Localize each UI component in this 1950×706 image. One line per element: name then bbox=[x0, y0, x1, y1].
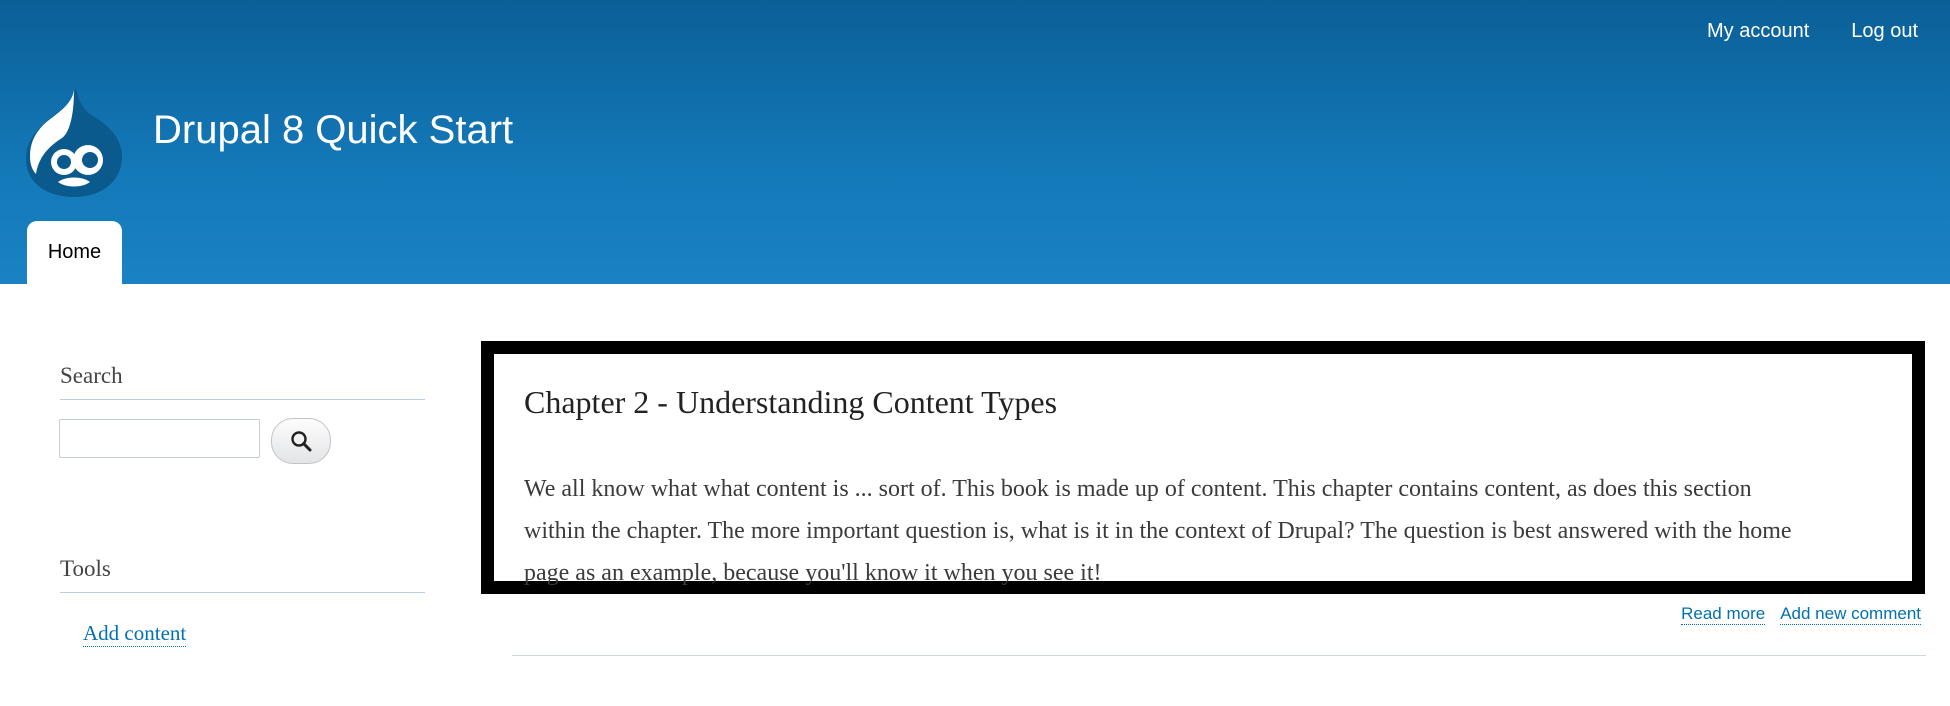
article-body-line: page as an example, because you'll know … bbox=[524, 560, 1102, 586]
article-body-line: We all know what what content is ... sor… bbox=[524, 476, 1752, 502]
article-title[interactable]: Chapter 2 - Understanding Content Types bbox=[524, 384, 1057, 421]
drupal-drop-icon[interactable] bbox=[24, 84, 124, 198]
read-more-link[interactable]: Read more bbox=[1681, 604, 1766, 625]
search-icon bbox=[291, 431, 312, 452]
site-name[interactable]: Drupal 8 Quick Start bbox=[153, 108, 513, 153]
search-block-title: Search bbox=[60, 363, 425, 400]
article-teaser: Chapter 2 - Understanding Content Types … bbox=[481, 341, 1925, 594]
article-body-line: within the chapter. The more important q… bbox=[524, 518, 1792, 544]
user-menu: My account Log out bbox=[1707, 20, 1918, 43]
add-comment-link[interactable]: Add new comment bbox=[1780, 604, 1921, 625]
my-account-link[interactable]: My account bbox=[1707, 20, 1809, 43]
tools-block-title: Tools bbox=[60, 556, 425, 593]
add-content-link[interactable]: Add content bbox=[83, 621, 187, 647]
site-header: My account Log out Drupal 8 Quick Start … bbox=[0, 0, 1950, 284]
search-input[interactable] bbox=[59, 419, 260, 458]
log-out-link[interactable]: Log out bbox=[1851, 20, 1918, 43]
node-links: Read more Add new comment bbox=[1681, 604, 1921, 625]
article-body: We all know what what content is ... sor… bbox=[524, 468, 1919, 594]
tab-home[interactable]: Home bbox=[27, 221, 122, 284]
search-button[interactable] bbox=[271, 418, 331, 464]
content-divider bbox=[512, 655, 1926, 656]
